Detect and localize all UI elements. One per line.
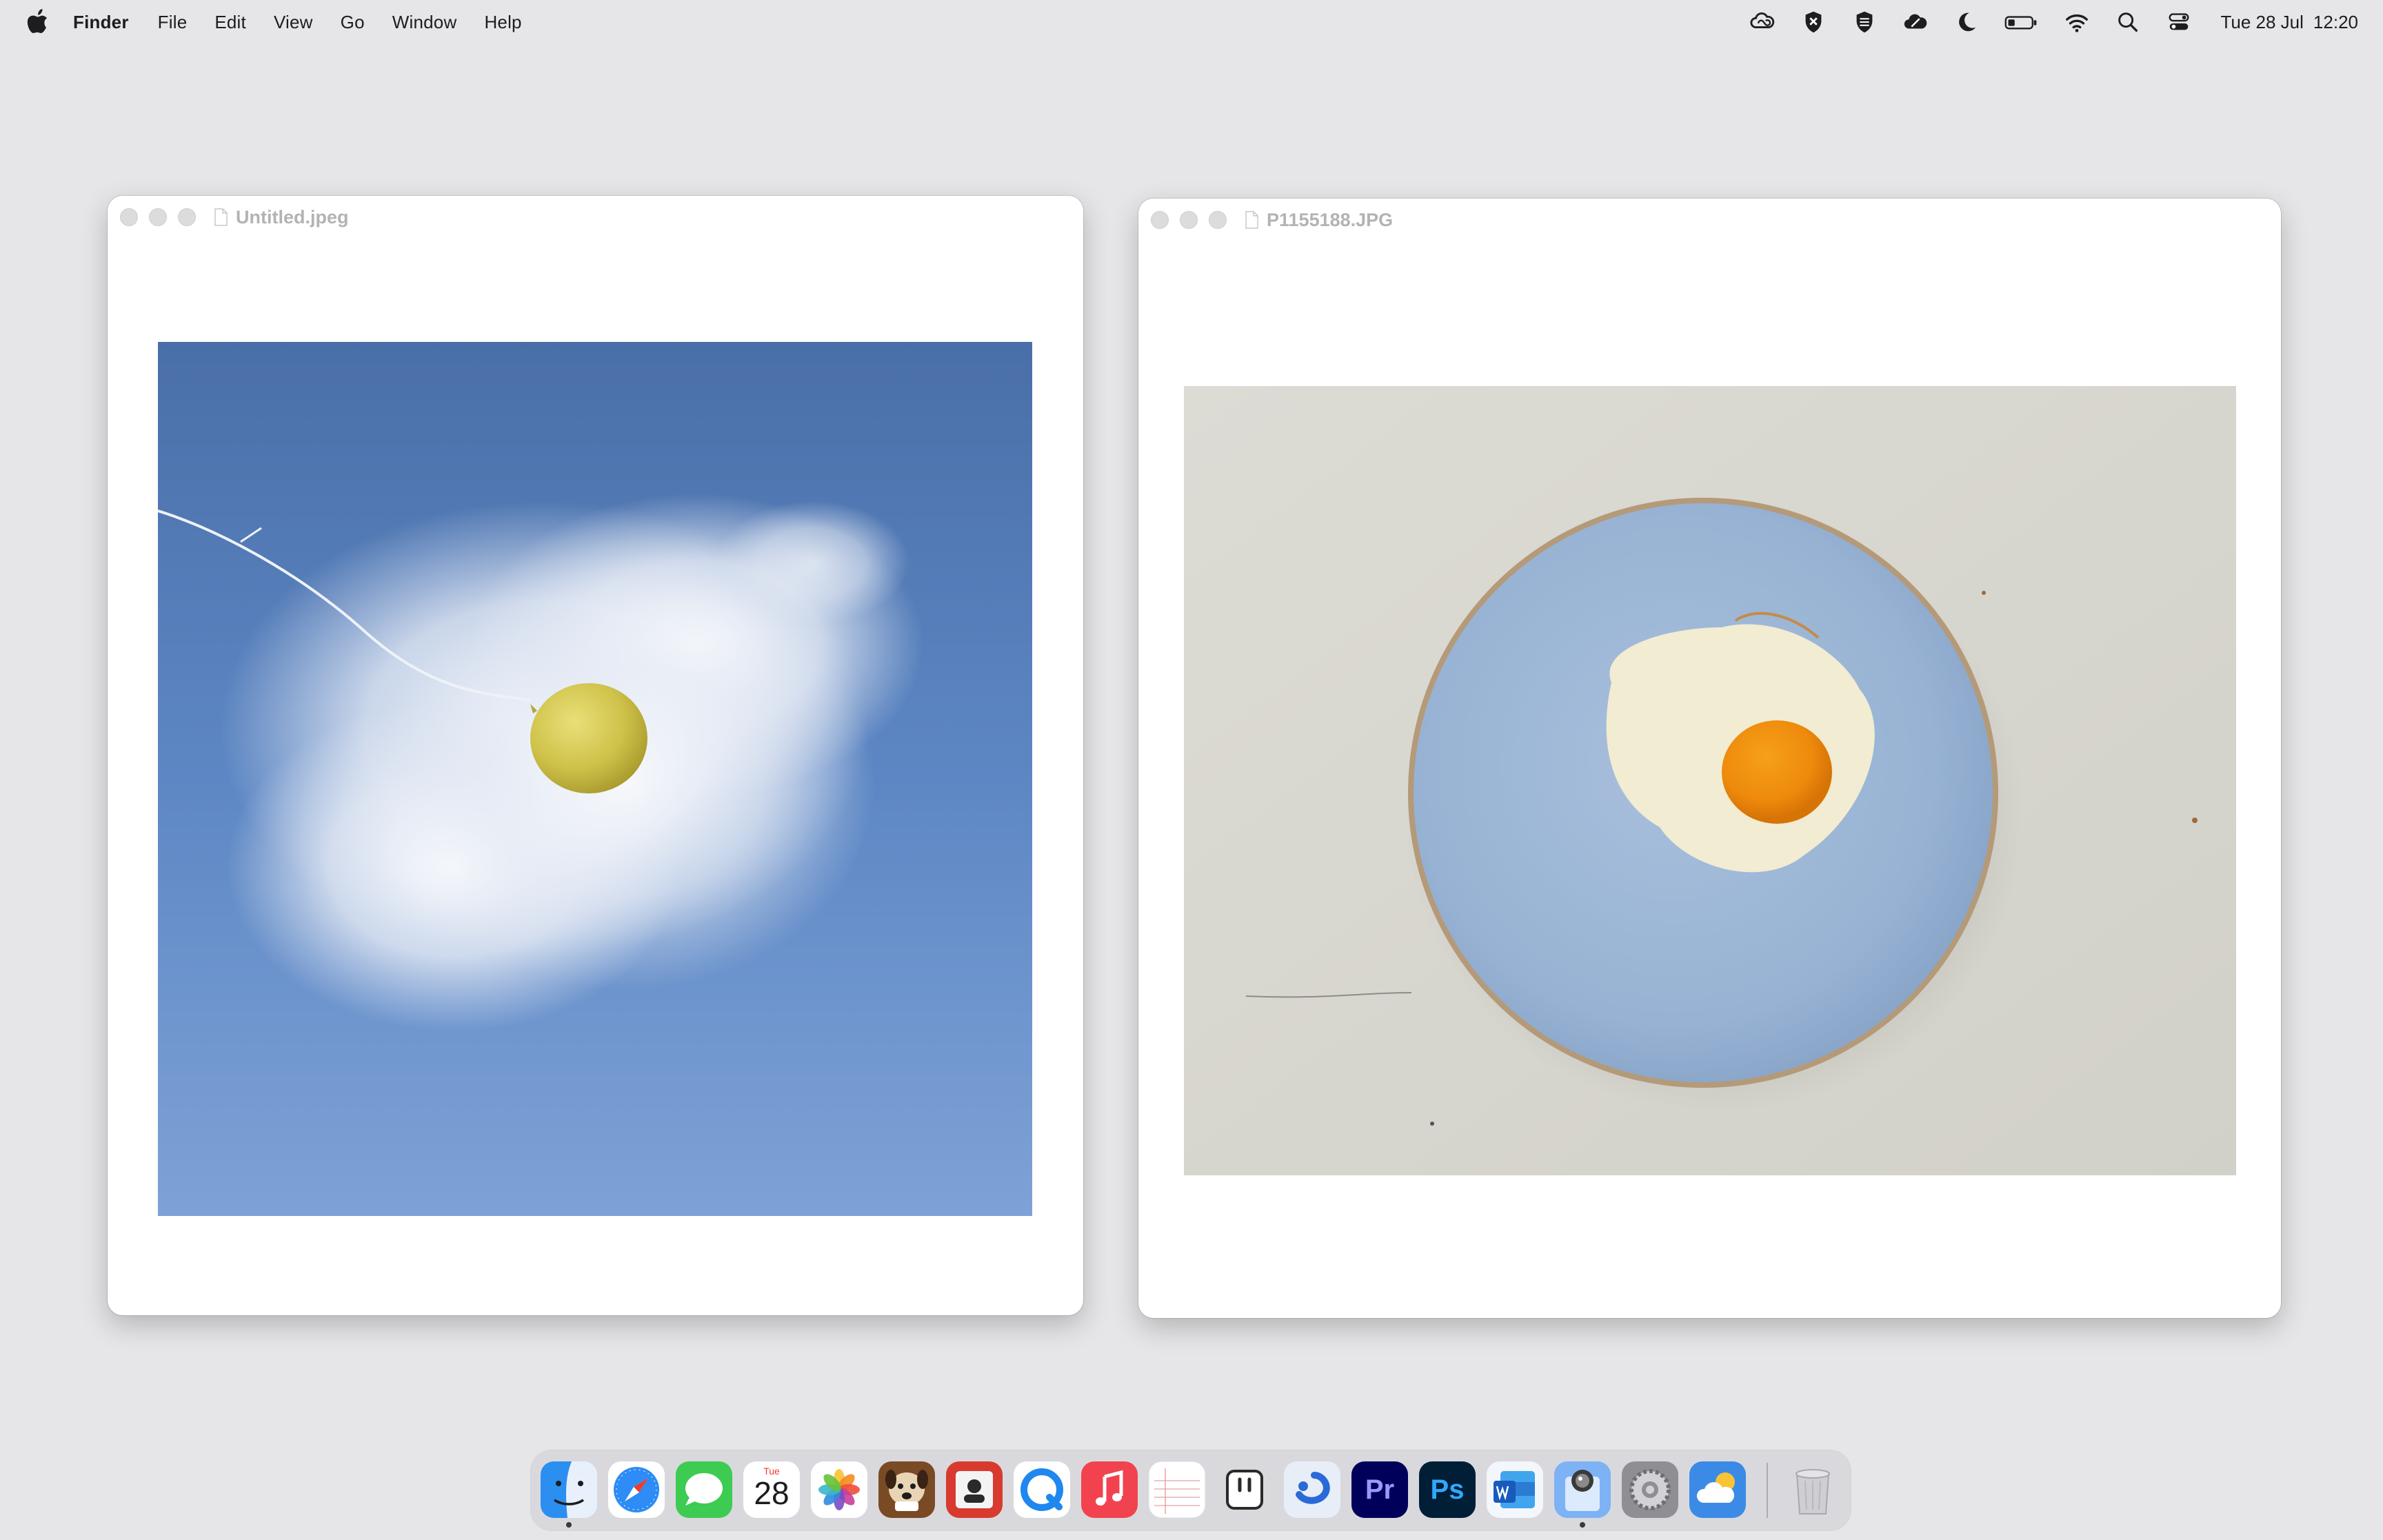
menu-window[interactable]: Window — [392, 12, 457, 33]
calendar-icon: Tue 28 — [743, 1461, 800, 1518]
dock-trash[interactable] — [1784, 1461, 1841, 1518]
weather-icon — [1689, 1461, 1746, 1518]
trash-icon — [1796, 1469, 1830, 1514]
creative-cloud-icon[interactable] — [1747, 7, 1778, 37]
premiere-icon: Pr — [1365, 1474, 1395, 1505]
dock-music[interactable] — [1081, 1461, 1138, 1518]
wifi-icon[interactable] — [2062, 7, 2092, 37]
dock-notes[interactable] — [1149, 1461, 1205, 1518]
safari-icon — [608, 1461, 665, 1518]
quicktime-icon — [1014, 1461, 1070, 1518]
minimize-button[interactable] — [149, 208, 167, 226]
dock-system-settings[interactable] — [1622, 1461, 1678, 1518]
menu-go[interactable]: Go — [341, 12, 365, 33]
calendar-day-number: 28 — [754, 1475, 790, 1511]
photo-booth-icon — [946, 1461, 1003, 1518]
window-title: Untitled.jpeg — [214, 207, 349, 228]
zoom-button[interactable] — [178, 208, 196, 226]
settings-icon — [1622, 1461, 1678, 1518]
messages-icon — [676, 1461, 732, 1518]
menu-clock[interactable]: Tue 28 Jul 12:20 — [2220, 12, 2358, 33]
dock-photoshop[interactable]: Ps — [1419, 1461, 1476, 1518]
apple-menu-icon[interactable] — [26, 8, 50, 36]
running-indicator — [1580, 1522, 1585, 1528]
word-icon — [1487, 1461, 1543, 1518]
window-titlebar[interactable]: P1155188.JPG — [1138, 199, 2281, 241]
close-button[interactable] — [120, 208, 138, 226]
window-title: P1155188.JPG — [1245, 210, 1393, 231]
dock-blue-app[interactable] — [1284, 1461, 1340, 1518]
running-indicator — [566, 1522, 572, 1528]
dock-calendar[interactable]: Tue 28 — [743, 1461, 800, 1518]
photos-icon — [811, 1461, 867, 1518]
window-controls — [120, 208, 196, 226]
dock-preview[interactable] — [1554, 1461, 1611, 1518]
dock-notch-app[interactable] — [1216, 1461, 1273, 1518]
clock-date: Tue 28 Jul — [2220, 11, 2304, 32]
zoom-button[interactable] — [1209, 211, 1227, 229]
clock-time: 12:20 — [2313, 11, 2358, 32]
vpn-icon[interactable] — [1849, 7, 1880, 37]
preview-window-egg[interactable]: P1155188.JPG — [1138, 199, 2281, 1318]
dock-safari[interactable] — [608, 1461, 665, 1518]
blue-app-icon — [1284, 1461, 1340, 1518]
dock-weather[interactable] — [1689, 1461, 1746, 1518]
dock-photos[interactable] — [811, 1461, 867, 1518]
window-title-text: Untitled.jpeg — [236, 206, 349, 227]
window-titlebar[interactable]: Untitled.jpeg — [108, 196, 1083, 239]
menu-help[interactable]: Help — [484, 12, 521, 33]
photoshop-icon: Ps — [1430, 1474, 1465, 1505]
dock-premiere[interactable]: Pr — [1351, 1461, 1408, 1518]
control-center-icon[interactable] — [2164, 7, 2194, 37]
menu-view[interactable]: View — [274, 12, 313, 33]
notch-app-icon — [1216, 1461, 1273, 1518]
menu-app-name[interactable]: Finder — [73, 12, 129, 33]
dock-finder[interactable] — [541, 1461, 597, 1518]
cloud-sync-icon[interactable] — [1900, 7, 1931, 37]
dock-messages[interactable] — [676, 1461, 732, 1518]
document-icon — [1245, 211, 1258, 229]
menu-bar: Finder File Edit View Go Window Help Tue… — [0, 0, 2383, 44]
document-icon — [214, 208, 228, 226]
moon-icon[interactable] — [1951, 7, 1982, 37]
dock: Tue 28 Pr Ps — [531, 1450, 1851, 1530]
dock-dog-game[interactable] — [878, 1461, 935, 1518]
dock-photo-booth[interactable] — [946, 1461, 1003, 1518]
egg-photo — [1184, 386, 2236, 1175]
notes-icon — [1149, 1461, 1205, 1518]
shield-x-icon[interactable] — [1798, 7, 1829, 37]
menu-edit[interactable]: Edit — [214, 12, 246, 33]
window-title-text: P1155188.JPG — [1267, 209, 1394, 230]
preview-icon — [1554, 1461, 1611, 1518]
dock-quicktime[interactable] — [1014, 1461, 1070, 1518]
dock-separator — [1767, 1463, 1768, 1518]
minimize-button[interactable] — [1180, 211, 1198, 229]
battery-icon[interactable] — [2002, 7, 2041, 37]
dog-game-icon — [878, 1461, 935, 1518]
menu-file[interactable]: File — [158, 12, 188, 33]
search-icon[interactable] — [2113, 7, 2143, 37]
close-button[interactable] — [1151, 211, 1169, 229]
finder-icon — [541, 1461, 597, 1518]
balloon-photo — [158, 342, 1032, 1216]
music-icon — [1081, 1461, 1138, 1518]
preview-window-balloon[interactable]: Untitled.jpeg — [108, 196, 1083, 1315]
dock-word[interactable] — [1487, 1461, 1543, 1518]
window-controls — [1151, 211, 1227, 229]
